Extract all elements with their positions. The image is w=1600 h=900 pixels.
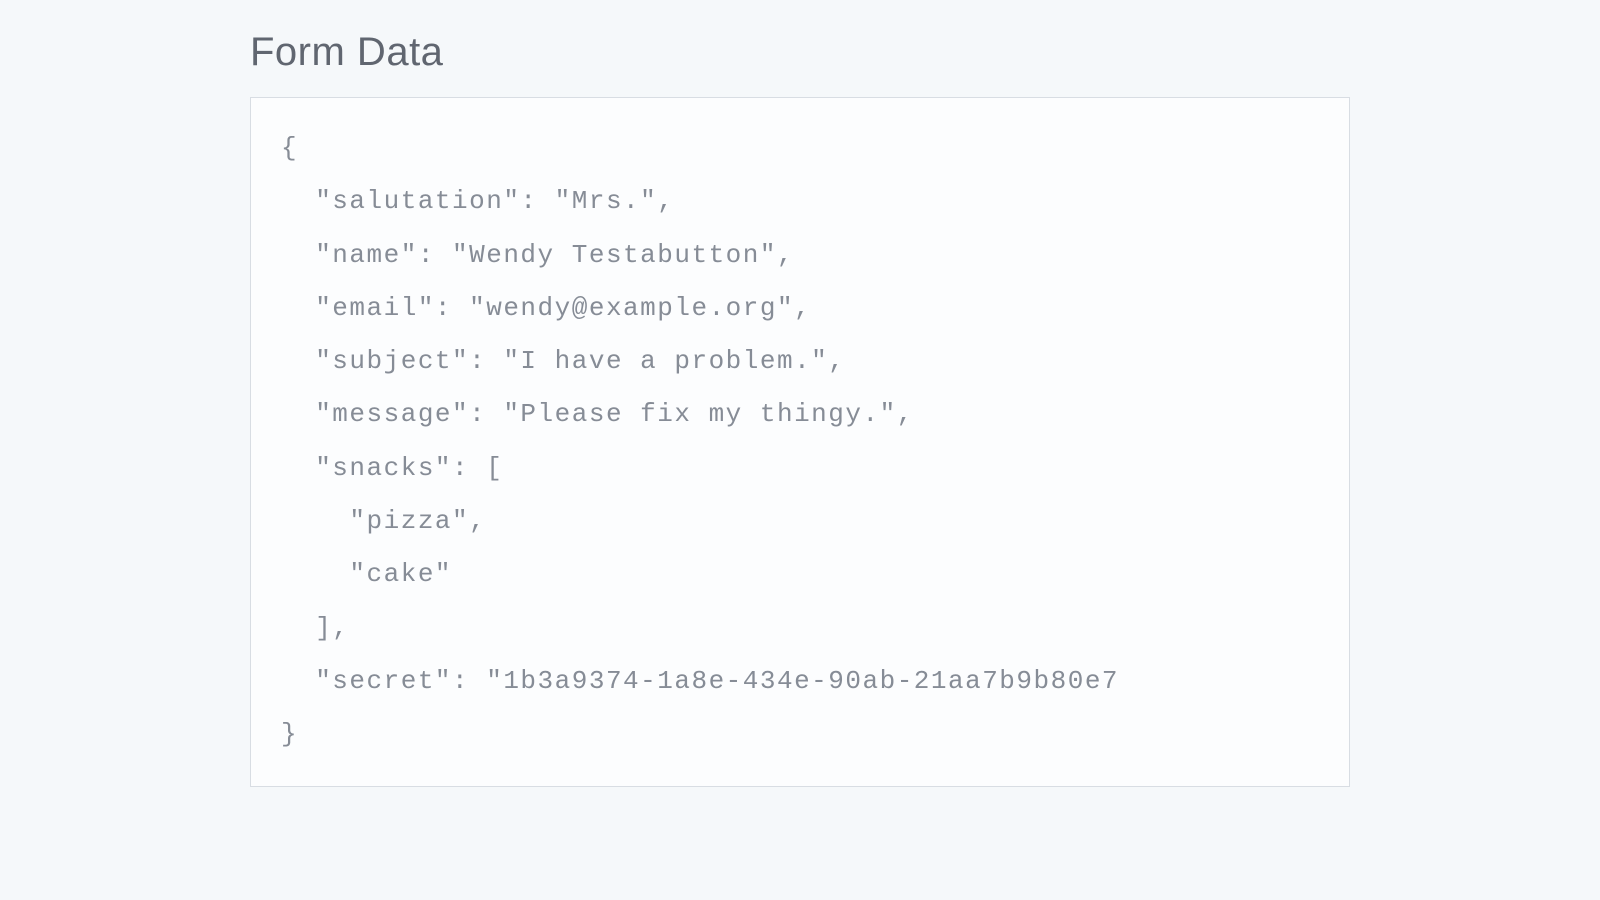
json-code-content: { "salutation": "Mrs.", "name": "Wendy T… [281, 122, 1319, 762]
section-heading: Form Data [250, 30, 1350, 75]
page-container: Form Data { "salutation": "Mrs.", "name"… [0, 0, 1600, 787]
code-display-box: { "salutation": "Mrs.", "name": "Wendy T… [250, 97, 1350, 787]
